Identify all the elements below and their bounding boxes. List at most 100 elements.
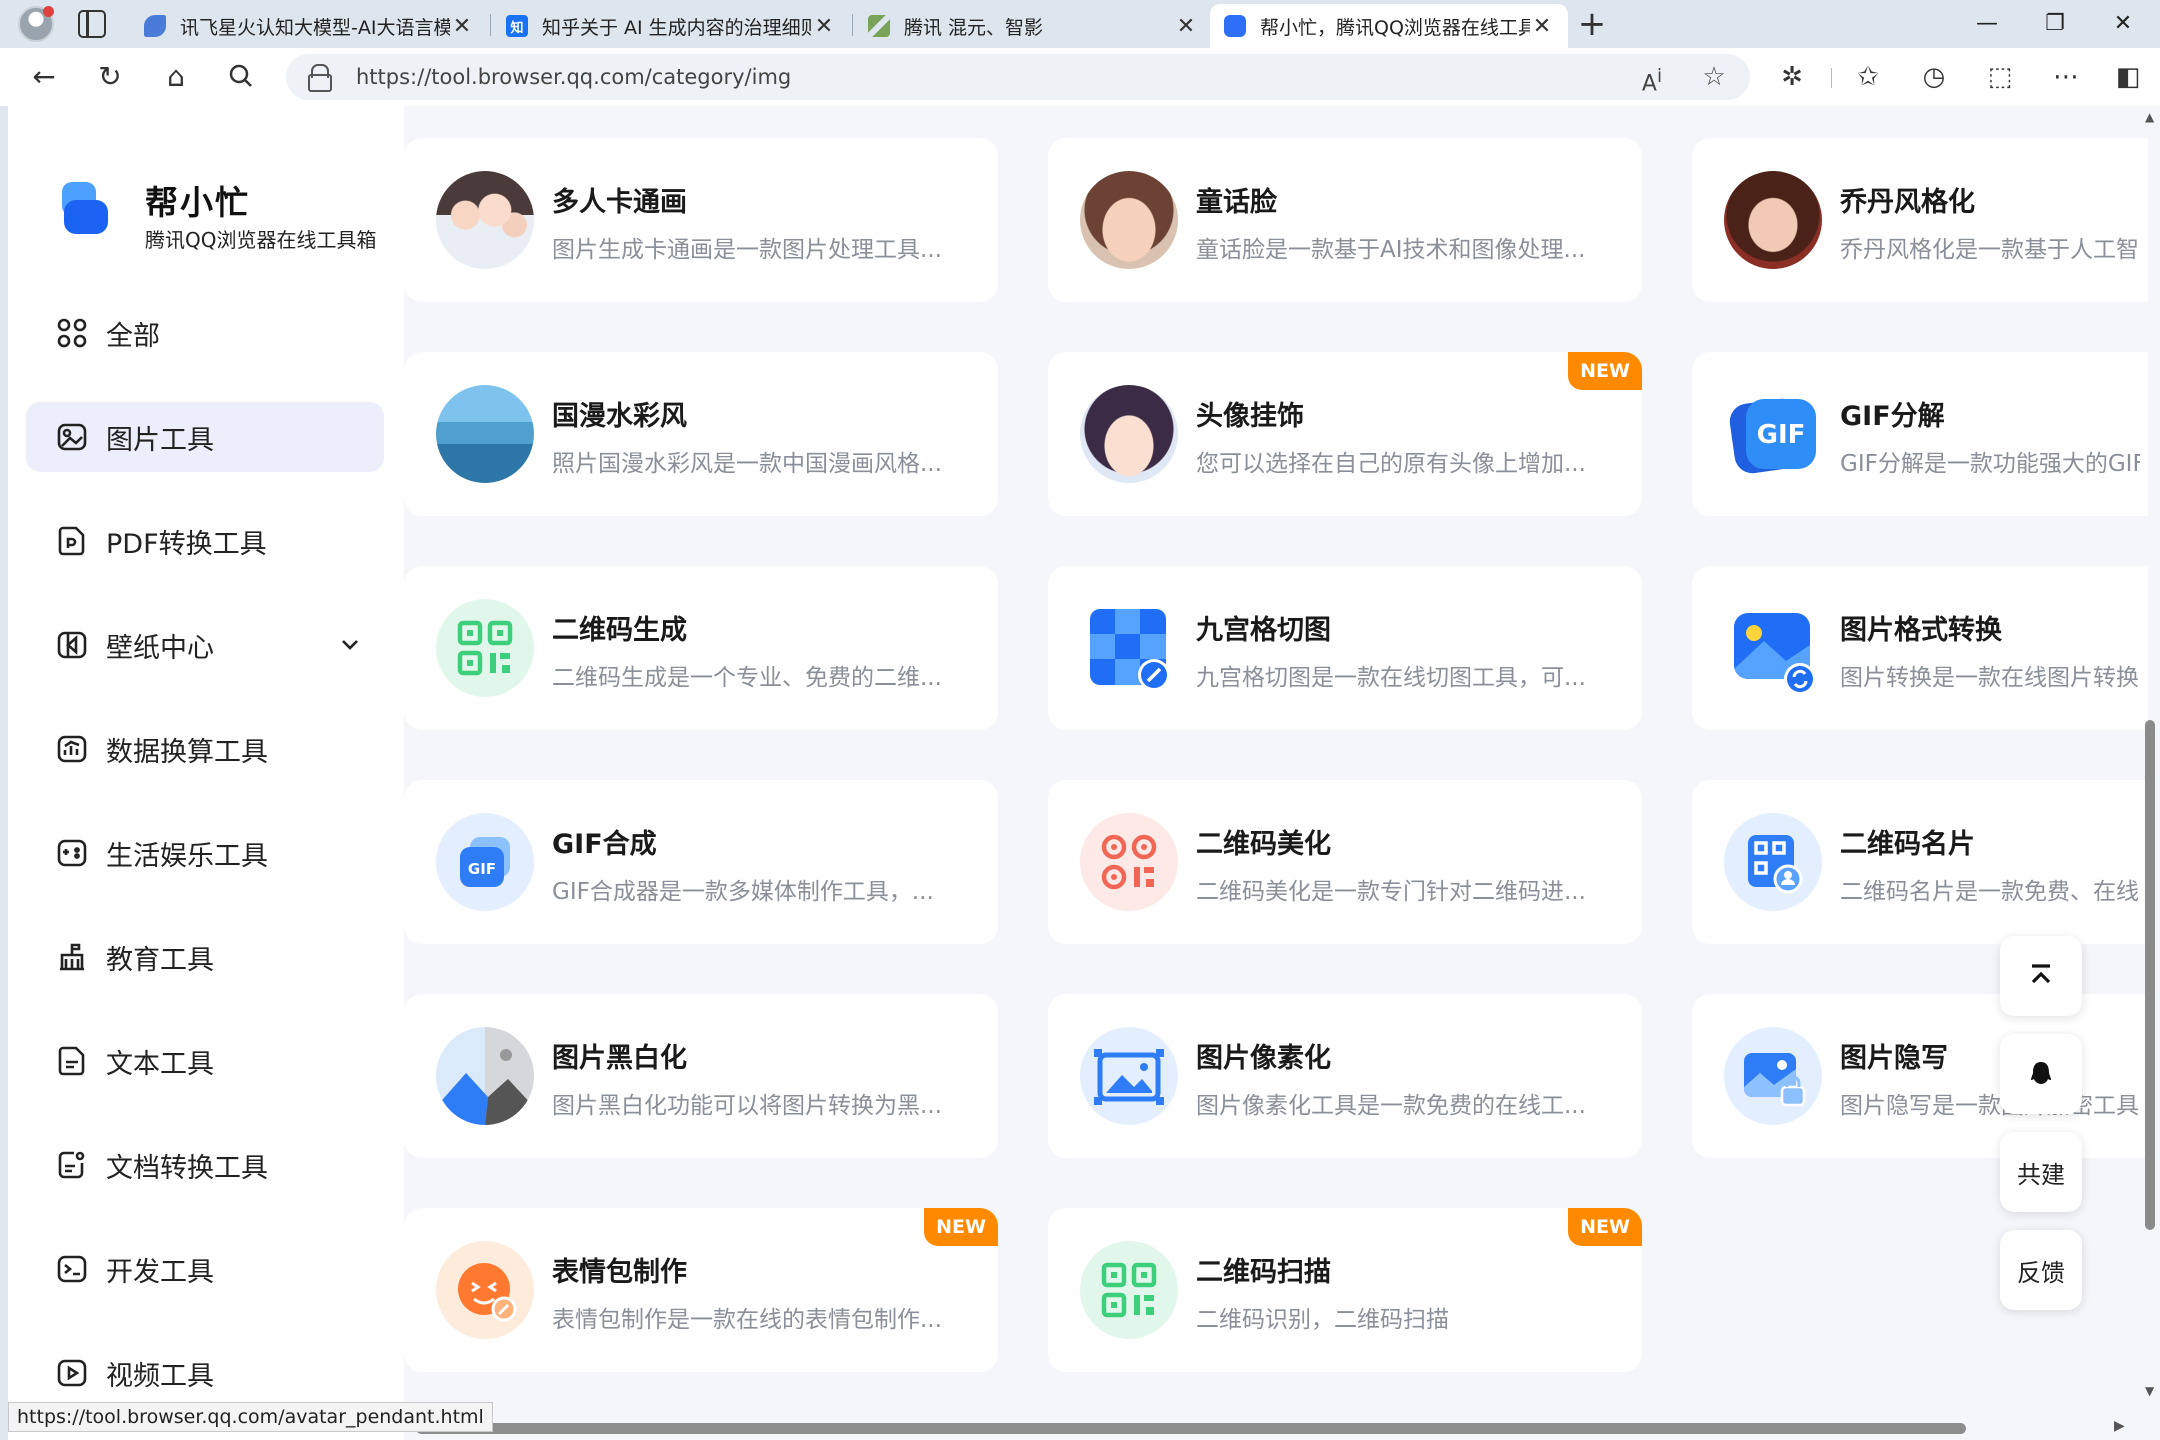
tool-card-gif-split[interactable]: GIF GIF分解 GIF分解是一款功能强大的GIF <box>1692 352 2148 516</box>
brand-name[interactable]: 帮小忙 <box>145 176 250 224</box>
sidebar-item-document-conversion[interactable]: 文档转换工具 <box>26 1130 384 1200</box>
favorites-icon[interactable]: ✩ <box>1848 57 1888 97</box>
avatar-pendant-icon <box>1080 385 1178 483</box>
history-icon[interactable]: ◷ <box>1914 57 1954 97</box>
chevron-down-icon[interactable] <box>338 632 362 656</box>
sidebar-item-education[interactable]: 教育工具 <box>26 922 384 992</box>
toolbar-separator <box>1831 68 1832 88</box>
tool-card-meme-maker[interactable]: 表情包制作 表情包制作是一款在线的表情包制作... NEW <box>404 1208 998 1372</box>
tool-card-watercolor[interactable]: 国漫水彩风 照片国漫水彩风是一款中国漫画风格... <box>404 352 998 516</box>
favorite-star-icon[interactable]: ☆ <box>1694 54 1734 100</box>
tool-description: 二维码识别，二维码扫描 <box>1196 1307 1449 1333</box>
minimize-icon[interactable]: — <box>1954 0 2020 48</box>
tool-card-grid-cut[interactable]: 九宫格切图 九宫格切图是一款在线切图工具，可... <box>1048 566 1642 730</box>
browser-tab-bar: 讯飞星火认知大模型-AI大语言模型 ✕ 知 知乎关于 AI 生成内容的治理细则 … <box>0 0 2160 48</box>
address-bar[interactable]: https://tool.browser.qq.com/category/img… <box>286 54 1750 100</box>
tab-actions-icon[interactable] <box>78 10 106 38</box>
tool-description: 乔丹风格化是一款基于人工智能 <box>1840 237 2140 263</box>
tool-title: 二维码生成 <box>552 615 687 646</box>
tool-description: 二维码美化是一款专门针对二维码进... <box>1196 879 1586 905</box>
read-aloud-icon[interactable]: Aⅰ <box>1632 54 1672 100</box>
extensions-icon[interactable]: ✲ <box>1772 57 1812 97</box>
browser-tab-4-active[interactable]: 帮小忙，腾讯QQ浏览器在线工具箱 ✕ <box>1210 4 1568 48</box>
new-tab-icon[interactable]: + <box>1572 4 1612 44</box>
scroll-up-arrow-icon[interactable]: ▲ <box>2145 110 2154 124</box>
tool-card-multi-cartoon[interactable]: 多人卡通画 图片生成卡通画是一款图片处理工具... <box>404 138 998 302</box>
sidebar-item-life-entertainment[interactable]: 生活娱乐工具 <box>26 818 384 888</box>
browser-tab-3[interactable]: 腾讯 混元、智影 ✕ <box>854 4 1212 48</box>
sidebar-item-label: 教育工具 <box>106 944 214 976</box>
sidebar-item-data-conversion[interactable]: 数据换算工具 <box>26 714 384 784</box>
home-icon[interactable]: ⌂ <box>156 57 196 97</box>
tool-description: 九宫格切图是一款在线切图工具，可... <box>1196 665 1586 691</box>
image-convert-icon <box>1724 599 1822 697</box>
tool-card-qr-scan[interactable]: 二维码扫描 二维码识别，二维码扫描 NEW <box>1048 1208 1642 1372</box>
sidebar-item-label: 壁纸中心 <box>106 632 214 664</box>
tab-title: 讯飞星火认知大模型-AI大语言模型 <box>180 16 450 39</box>
tool-card-qr-generate[interactable]: 二维码生成 二维码生成是一个专业、免费的二维... <box>404 566 998 730</box>
tool-card-qr-card[interactable]: 二维码名片 二维码名片是一款免费、在线 <box>1692 780 2148 944</box>
restore-icon[interactable]: ❐ <box>2022 0 2088 48</box>
horizontal-scroll-thumb[interactable] <box>416 1423 1966 1434</box>
wallpaper-icon <box>57 631 87 659</box>
screenshot-icon[interactable]: ⬚ <box>1980 57 2020 97</box>
tab-close-icon[interactable]: ✕ <box>1174 14 1198 39</box>
lock-icon[interactable] <box>308 64 332 92</box>
profile-avatar-icon[interactable] <box>18 6 54 42</box>
tool-description: 图片隐写是一款图片加密工具 <box>1840 1093 2139 1119</box>
tab-separator <box>490 14 491 36</box>
tool-card-pixelate[interactable]: 图片像素化 图片像素化工具是一款免费的在线工... <box>1048 994 1642 1158</box>
sidebar-item-image-tools[interactable]: 图片工具 <box>26 402 384 472</box>
brand-logo-icon[interactable] <box>58 182 110 234</box>
scroll-down-arrow-icon[interactable]: ▼ <box>2145 1384 2154 1398</box>
sidebar-item-pdf-tools[interactable]: PDF转换工具 <box>26 506 384 576</box>
tool-description: 二维码名片是一款免费、在线 <box>1840 879 2139 905</box>
sidebar-item-text-tools[interactable]: 文本工具 <box>26 1026 384 1096</box>
pixelate-icon <box>1080 1027 1178 1125</box>
tool-title: 乔丹风格化 <box>1840 187 1975 218</box>
svg-text:GIF: GIF <box>468 860 496 878</box>
back-icon[interactable]: ← <box>24 57 64 97</box>
vertical-scroll-thumb[interactable] <box>2145 720 2155 1230</box>
tab-close-icon[interactable]: ✕ <box>1530 14 1554 39</box>
tool-description: GIF合成器是一款多媒体制作工具，... <box>552 879 934 905</box>
back-to-top-button[interactable] <box>2000 936 2082 1016</box>
close-window-icon[interactable]: ✕ <box>2090 0 2156 48</box>
tool-card-image-convert[interactable]: 图片格式转换 图片转换是一款在线图片转换 <box>1692 566 2148 730</box>
tool-card-bw-image[interactable]: 图片黑白化 图片黑白化功能可以将图片转换为黑... <box>404 994 998 1158</box>
refresh-icon[interactable]: ↻ <box>90 57 130 97</box>
tool-card-jordan-style[interactable]: 乔丹风格化 乔丹风格化是一款基于人工智能 <box>1692 138 2148 302</box>
sidebar-toggle-icon[interactable]: ◧ <box>2108 57 2148 97</box>
cobuild-button[interactable]: 共建 <box>2000 1132 2082 1212</box>
qr-beautify-icon <box>1080 813 1178 911</box>
new-badge: NEW <box>1568 1208 1642 1246</box>
sidebar-item-all[interactable]: 全部 <box>26 298 384 368</box>
tool-card-avatar-pendant[interactable]: 头像挂饰 您可以选择在自己的原有头像上增加... NEW <box>1048 352 1642 516</box>
browser-tab-1[interactable]: 讯飞星火认知大模型-AI大语言模型 ✕ <box>130 4 488 48</box>
tab-close-icon[interactable]: ✕ <box>812 14 836 39</box>
tab-close-icon[interactable]: ✕ <box>450 14 474 39</box>
sidebar-item-video-tools[interactable]: 视频工具 <box>26 1338 384 1408</box>
more-menu-icon[interactable]: ⋯ <box>2046 57 2086 97</box>
sidebar-item-dev-tools[interactable]: 开发工具 <box>26 1234 384 1304</box>
meme-icon <box>436 1241 534 1339</box>
feedback-button[interactable]: 反馈 <box>2000 1230 2082 1310</box>
tool-description: 二维码生成是一个专业、免费的二维... <box>552 665 942 691</box>
tool-card-gif-merge[interactable]: GIF GIF合成 GIF合成器是一款多媒体制作工具，... <box>404 780 998 944</box>
tool-description: 图片黑白化功能可以将图片转换为黑... <box>552 1093 942 1119</box>
steganography-icon <box>1724 1027 1822 1125</box>
qq-button[interactable] <box>2000 1034 2082 1114</box>
search-icon[interactable] <box>222 57 262 97</box>
tool-title: 二维码扫描 <box>1196 1257 1331 1288</box>
scroll-right-arrow-icon[interactable]: ▶ <box>2114 1418 2125 1434</box>
qr-generate-icon <box>436 599 534 697</box>
url-text[interactable]: https://tool.browser.qq.com/category/img <box>356 54 791 100</box>
sidebar-item-wallpaper[interactable]: 壁纸中心 <box>26 610 384 680</box>
browser-tab-2[interactable]: 知 知乎关于 AI 生成内容的治理细则 ✕ <box>492 4 850 48</box>
tool-card-fairy-face[interactable]: 童话脸 童话脸是一款基于AI技术和图像处理... <box>1048 138 1642 302</box>
spark-icon <box>144 15 166 37</box>
vertical-scrollbar[interactable]: ▲ ▼ <box>2142 106 2160 1416</box>
image-icon <box>57 423 87 451</box>
tool-card-qr-beautify[interactable]: 二维码美化 二维码美化是一款专门针对二维码进... <box>1048 780 1642 944</box>
sidebar-item-label: 图片工具 <box>106 424 214 456</box>
